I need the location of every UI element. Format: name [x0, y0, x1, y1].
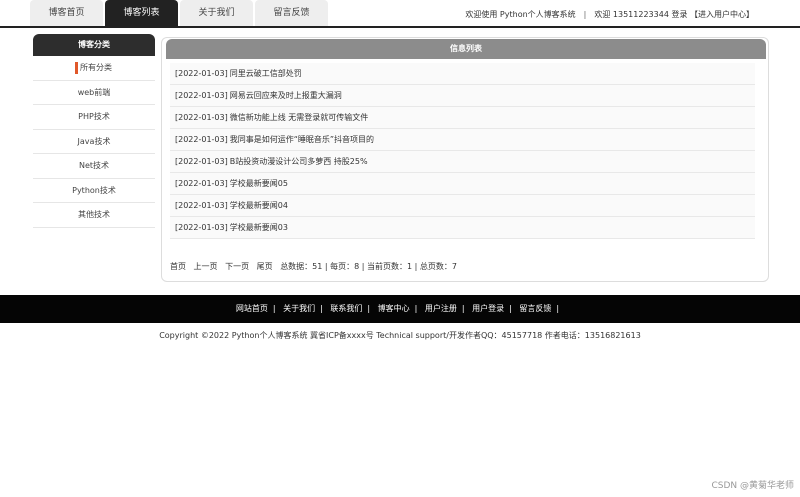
- footer-link-register[interactable]: 用户注册: [425, 304, 457, 313]
- pager-next-link[interactable]: 下一页: [225, 262, 249, 271]
- list-item[interactable]: [2022-01-03] 微信新功能上线 无需登录就可传输文件: [170, 107, 755, 129]
- item-title[interactable]: 学校最新要闻03: [230, 223, 288, 232]
- info-list-panel: 信息列表 [2022-01-03] 同里云破工信部处罚 [2022-01-03] 网…: [161, 37, 769, 282]
- footer-link-home[interactable]: 网站首页: [236, 304, 268, 313]
- tab-blog-home[interactable]: 博客首页: [30, 0, 103, 26]
- list-item[interactable]: [2022-01-03] 网易云回应来及时上报重大漏洞: [170, 85, 755, 107]
- item-date: [2022-01-03]: [175, 135, 228, 144]
- list-item[interactable]: [2022-01-03] 学校最新要闻04: [170, 195, 755, 217]
- sidebar-item-other[interactable]: 其他技术: [33, 203, 155, 228]
- top-nav: 博客首页 博客列表 关于我们 留言反馈 欢迎使用 Python个人博客系统 | 欢迎…: [0, 0, 800, 28]
- item-date: [2022-01-03]: [175, 157, 228, 166]
- tab-blog-list[interactable]: 博客列表: [105, 0, 178, 26]
- item-title[interactable]: B站投资动漫设计公司多萝西 持股25%: [230, 157, 368, 166]
- footer-link-blog-center[interactable]: 博客中心: [378, 304, 410, 313]
- sidebar-item-label: Net技术: [78, 161, 110, 170]
- nav-tabs: 博客首页 博客列表 关于我们 留言反馈: [30, 0, 330, 26]
- sidebar-item-label: 所有分类: [80, 63, 112, 72]
- list-item[interactable]: [2022-01-03] 同里云破工信部处罚: [170, 63, 755, 85]
- item-date: [2022-01-03]: [175, 201, 228, 210]
- welcome-bar: 欢迎使用 Python个人博客系统 | 欢迎 13511223344 登录 【进入用…: [465, 9, 754, 20]
- item-title[interactable]: 学校最新要闻05: [230, 179, 288, 188]
- sidebar-item-all[interactable]: 所有分类: [33, 56, 155, 81]
- panel-title: 信息列表: [166, 39, 766, 59]
- list-item[interactable]: [2022-01-03] 我同事是如何运作“睡眠音乐”抖音项目的: [170, 129, 755, 151]
- footer-separator: |: [272, 304, 276, 313]
- sidebar-item-label: Python技术: [72, 185, 116, 195]
- footer-link-feedback[interactable]: 留言反馈: [519, 304, 551, 313]
- sidebar-item-java[interactable]: Java技术: [33, 130, 155, 154]
- list-item[interactable]: [2022-01-03] B站投资动漫设计公司多萝西 持股25%: [170, 151, 755, 173]
- item-date: [2022-01-03]: [175, 91, 228, 100]
- sidebar-item-label: PHP技术: [78, 112, 110, 121]
- footer-separator: |: [367, 304, 371, 313]
- item-title[interactable]: 我同事是如何运作“睡眠音乐”抖音项目的: [230, 135, 374, 144]
- user-center-link[interactable]: 欢迎 13511223344 登录 【进入用户中心】: [594, 10, 754, 19]
- item-title[interactable]: 网易云回应来及时上报重大漏洞: [230, 91, 342, 100]
- item-date: [2022-01-03]: [175, 179, 228, 188]
- item-title[interactable]: 微信新功能上线 无需登录就可传输文件: [230, 113, 369, 122]
- item-date: [2022-01-03]: [175, 113, 228, 122]
- welcome-separator: |: [583, 10, 587, 19]
- footer-separator: |: [320, 304, 323, 313]
- sidebar-item-net[interactable]: Net技术: [33, 154, 155, 179]
- sidebar-item-web[interactable]: web前端: [33, 81, 155, 105]
- tab-feedback[interactable]: 留言反馈: [255, 0, 328, 26]
- footer-separator: |: [556, 304, 560, 313]
- pager-first-link[interactable]: 首页: [170, 262, 186, 271]
- list-item[interactable]: [2022-01-03] 学校最新要闻05: [170, 173, 755, 195]
- pager-last-link[interactable]: 尾页: [257, 262, 273, 271]
- tab-about-us[interactable]: 关于我们: [180, 0, 253, 26]
- sidebar-item-label: Java技术: [77, 136, 111, 146]
- copyright-text: Copyright ©2022 Python个人博客系统 冀省ICP备xxxx号…: [159, 331, 641, 340]
- pager-summary: 总数据：51 | 每页：8 | 当前页数：1 | 总页数：7: [280, 262, 457, 271]
- pager-prev-link[interactable]: 上一页: [194, 262, 218, 271]
- item-date: [2022-01-03]: [175, 69, 228, 78]
- csdn-watermark: CSDN @黄菊华老师: [711, 481, 794, 491]
- list-item[interactable]: [2022-01-03] 学校最新要闻03: [170, 217, 755, 239]
- footer-link-login[interactable]: 用户登录: [472, 304, 504, 313]
- footer-separator: |: [414, 304, 418, 313]
- sidebar-item-php[interactable]: PHP技术: [33, 105, 155, 130]
- sidebar-item-label: web前端: [77, 87, 111, 97]
- footer-link-about[interactable]: 关于我们: [283, 304, 315, 313]
- welcome-text: 欢迎使用 Python个人博客系统: [465, 10, 576, 19]
- item-title[interactable]: 学校最新要闻04: [230, 201, 288, 210]
- sidebar-item-python[interactable]: Python技术: [33, 179, 155, 203]
- pagination: 首页 上一页 下一页 尾页 总数据：51 | 每页：8 | 当前页数：1 | 总…: [170, 261, 462, 272]
- footer-nav: 网站首页 | 关于我们 | 联系我们 | 博客中心 | 用户注册 | 用户登录 | 留言反馈…: [0, 295, 800, 323]
- footer-separator: |: [461, 304, 465, 313]
- sidebar-title: 博客分类: [33, 34, 155, 56]
- footer-link-contact[interactable]: 联系我们: [330, 304, 362, 313]
- sidebar-item-label: 其他技术: [78, 210, 110, 219]
- footer-separator: |: [509, 304, 512, 313]
- item-date: [2022-01-03]: [175, 223, 228, 232]
- category-sidebar: 博客分类 所有分类 web前端 PHP技术 Java技术 Net技术 Pytho…: [33, 34, 155, 230]
- item-title[interactable]: 同里云破工信部处罚: [230, 69, 302, 78]
- article-list: [2022-01-03] 同里云破工信部处罚 [2022-01-03] 网易云回应来…: [170, 63, 755, 239]
